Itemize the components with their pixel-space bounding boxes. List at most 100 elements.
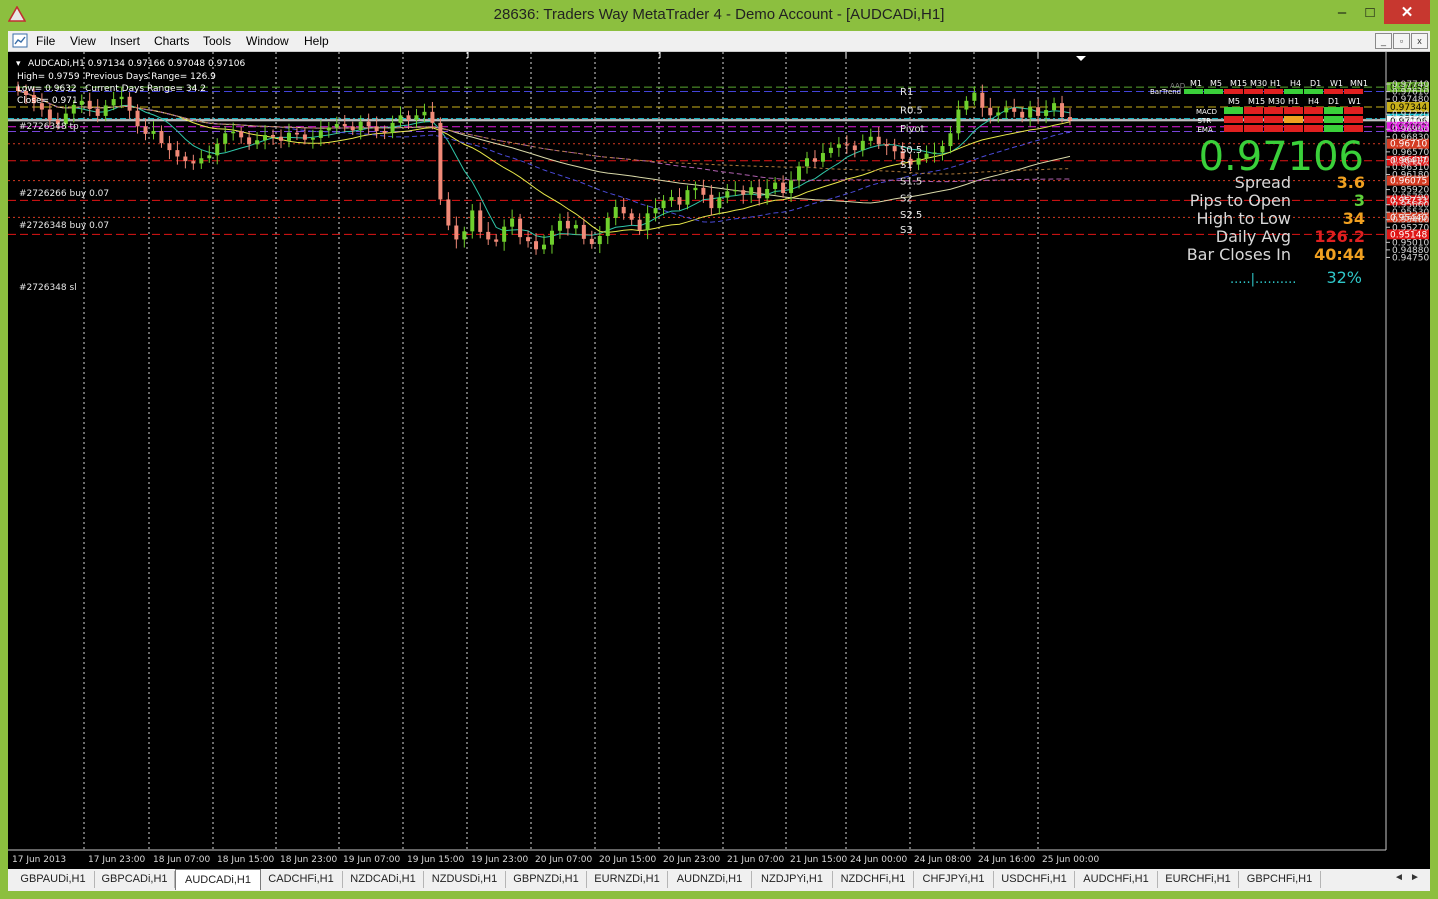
chart-tab[interactable]: NZDJPYi,H1 — [752, 871, 833, 888]
mdi-restore-button[interactable]: ▫ — [1393, 33, 1410, 49]
candle-bull — [510, 218, 515, 227]
tab-scroll-left-button[interactable]: ◄ — [1394, 872, 1404, 883]
indicator-cell — [1244, 125, 1263, 132]
time-axis-label: 19 Jun 15:00 — [407, 855, 464, 865]
indicator-cell — [1344, 107, 1363, 114]
price-axis-label: 0.96180 — [1392, 170, 1429, 180]
order-label: #2726348 buy 0.07 — [19, 221, 109, 231]
time-axis-label: 17 Jun 23:00 — [88, 855, 145, 865]
tf-top-label: H4 — [1290, 79, 1301, 88]
maximize-button[interactable]: □ — [1356, 0, 1384, 24]
candle-bull — [557, 220, 562, 231]
candle-bull — [502, 226, 507, 242]
minimize-button[interactable]: – — [1328, 0, 1356, 24]
candle-bull — [334, 124, 339, 128]
chart-tab[interactable]: NZDCHFi,H1 — [833, 871, 914, 888]
candle-bull — [318, 130, 323, 138]
candle-bull — [828, 147, 833, 154]
time-axis-label: 20 Jun 23:00 — [663, 855, 720, 865]
chart-tab[interactable]: AUDNZDi,H1 — [668, 871, 752, 888]
chart-tab[interactable]: CADCHFi,H1 — [260, 871, 343, 888]
menu-window[interactable]: Window — [246, 34, 289, 48]
candle-bull — [103, 105, 108, 116]
chart-tab[interactable]: GBPNZDi,H1 — [506, 871, 587, 888]
candle-bull — [964, 100, 969, 110]
menu-charts[interactable]: Charts — [154, 34, 189, 48]
candle-bull — [470, 210, 475, 232]
pivot-label: R1 — [900, 87, 913, 98]
candle-bear — [1068, 117, 1072, 121]
chart-tab[interactable]: GBPAUDi,H1 — [12, 871, 95, 888]
candle-bear — [143, 126, 148, 134]
candle-bear — [382, 130, 387, 133]
chart-tab[interactable]: GBPCHFi,H1 — [1239, 871, 1321, 888]
bartrend-label: BarTrend — [1150, 88, 1181, 96]
candle-bear — [677, 197, 682, 205]
menu-help[interactable]: Help — [304, 34, 329, 48]
mdi-minimize-button[interactable]: _ — [1375, 33, 1392, 49]
candle-bear — [741, 190, 746, 195]
bar-progress-text: .....|.......... — [1230, 272, 1296, 287]
candle-bull — [996, 112, 1001, 116]
chart-tab[interactable]: NZDCADi,H1 — [343, 871, 424, 888]
indicator-cell — [1244, 107, 1263, 114]
candle-bull — [645, 213, 650, 231]
candle-bull — [693, 187, 698, 191]
tf-bottom-label: D1 — [1328, 97, 1339, 106]
candle-bull — [820, 153, 825, 162]
candle-bull — [414, 115, 419, 120]
candle-bull — [310, 137, 315, 140]
chart-tab[interactable]: NZDUSDi,H1 — [424, 871, 506, 888]
chart-tab[interactable]: AUDCADi,H1 — [175, 869, 261, 890]
candle-bear — [350, 126, 355, 131]
indicator-cell — [1224, 107, 1243, 114]
tf-bottom-label: W1 — [1348, 97, 1361, 106]
tf-bottom-label: H4 — [1308, 97, 1319, 106]
price-chart[interactable]: 0.976860.973440.971420.971060.970020.967… — [8, 52, 1430, 869]
chart-tab[interactable]: CHFJPYi,H1 — [914, 871, 994, 888]
chart-tab[interactable]: USDCHFi,H1 — [994, 871, 1075, 888]
candle-bull — [725, 191, 730, 198]
pivot-label: R0.5 — [900, 106, 923, 117]
candle-bull — [797, 166, 802, 181]
candle-bear — [294, 132, 299, 135]
bartrend-cell — [1184, 89, 1203, 94]
tf-top-label: M5 — [1210, 79, 1222, 88]
bar-progress-percent: 32% — [1326, 268, 1362, 287]
chart-tab[interactable]: EURCHFi,H1 — [1158, 871, 1239, 888]
candle-bull — [924, 153, 929, 159]
candle-bear — [621, 206, 626, 214]
pivot-label: S1 — [900, 160, 913, 171]
menu-view[interactable]: View — [70, 34, 96, 48]
candle-bear — [876, 136, 881, 145]
indicator-cell — [1264, 125, 1283, 132]
indicator-cell — [1284, 107, 1303, 114]
candle-bull — [1004, 107, 1009, 113]
candle-bull — [111, 99, 116, 106]
candle-bear — [342, 124, 347, 127]
menu-insert[interactable]: Insert — [110, 34, 140, 48]
menu-tools[interactable]: Tools — [203, 34, 231, 48]
time-axis-label: 21 Jun 07:00 — [727, 855, 784, 865]
menu-bar: File View Insert Charts Tools Window Hel… — [8, 31, 1430, 52]
chart-document-icon[interactable] — [12, 33, 28, 48]
chart-tab[interactable]: GBPCADi,H1 — [95, 871, 175, 888]
title-bar: 28636: Traders Way MetaTrader 4 - Demo A… — [0, 0, 1438, 31]
tf-bottom-label: H1 — [1288, 97, 1299, 106]
candle-bull — [1028, 107, 1033, 118]
candle-bear — [988, 107, 993, 116]
close-button[interactable]: ✕ — [1384, 0, 1430, 24]
candle-bear — [852, 145, 857, 151]
chart-tab[interactable]: EURNZDi,H1 — [587, 871, 668, 888]
mdi-close-button[interactable]: x — [1411, 33, 1428, 49]
candle-bull — [972, 92, 977, 101]
candle-bull — [199, 158, 204, 164]
order-label: #2726348 tp — [19, 122, 79, 132]
menu-file[interactable]: File — [36, 34, 55, 48]
candle-bull — [215, 143, 220, 156]
tab-scroll-right-button[interactable]: ► — [1410, 872, 1420, 883]
tf-bottom-label: M5 — [1228, 97, 1240, 106]
order-label: #2726266 buy 0.07 — [19, 189, 109, 199]
chart-tab[interactable]: AUDCHFi,H1 — [1075, 871, 1158, 888]
chart-canvas[interactable]: 0.976860.973440.971420.971060.970020.967… — [8, 52, 1430, 869]
